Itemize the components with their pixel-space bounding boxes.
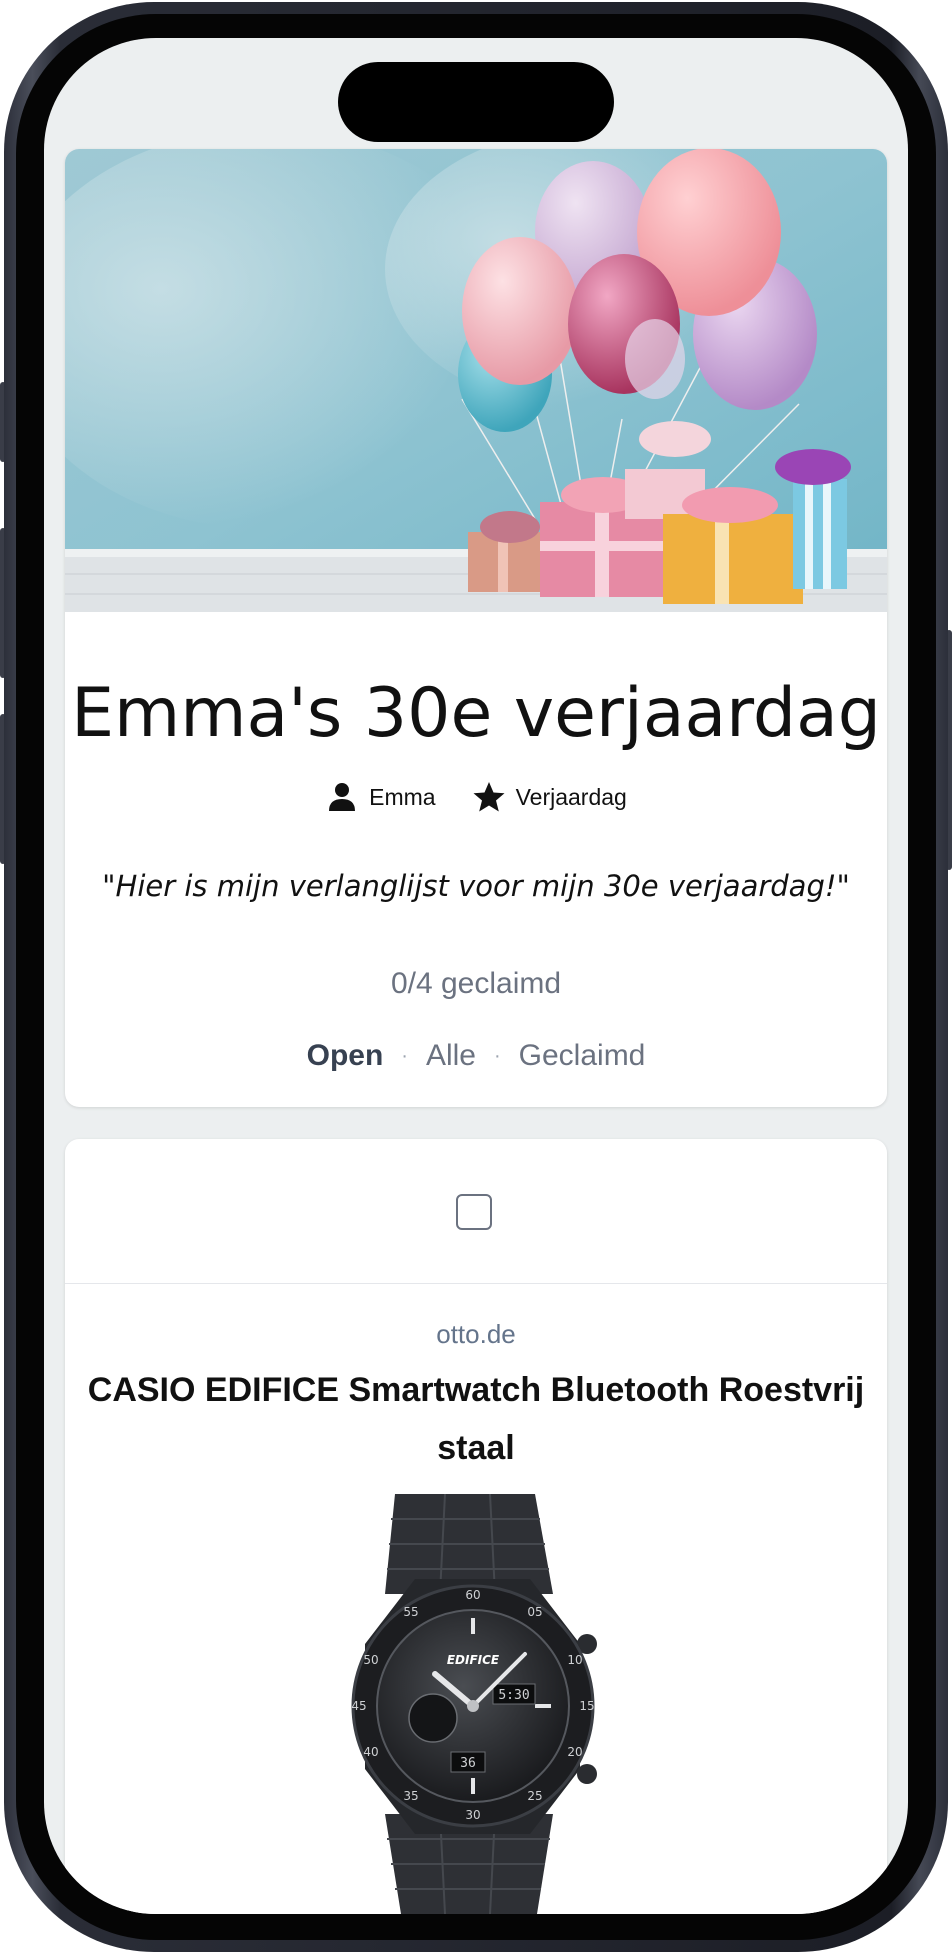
item-title[interactable]: CASIO EDIFICE Smartwatch Bluetooth Roest… — [85, 1361, 867, 1477]
owner-name: Emma — [369, 783, 436, 810]
svg-text:45: 45 — [351, 1699, 366, 1713]
filter-open[interactable]: Open — [307, 1039, 384, 1073]
filter-all[interactable]: Alle — [426, 1039, 476, 1073]
svg-text:05: 05 — [527, 1605, 542, 1619]
svg-text:15: 15 — [579, 1699, 594, 1713]
wishlist-meta: Emma Verjaardag — [65, 780, 887, 814]
phone-frame: Emma's 30e verjaardag Emma Verjaardag "H… — [0, 0, 952, 1954]
item-source-domain[interactable]: otto.de — [65, 1319, 887, 1350]
svg-text:60: 60 — [465, 1588, 480, 1602]
svg-text:EDIFICE: EDIFICE — [447, 1653, 500, 1667]
svg-text:30: 30 — [465, 1808, 480, 1822]
wishlist-header-card: Emma's 30e verjaardag Emma Verjaardag "H… — [65, 149, 887, 1107]
wishlist-message: "Hier is mijn verlanglijst voor mijn 30e… — [102, 869, 850, 903]
star-icon — [472, 780, 506, 814]
wishlist-item-card: otto.de CASIO EDIFICE Smartwatch Bluetoo… — [65, 1139, 887, 1914]
svg-text:40: 40 — [363, 1745, 378, 1759]
item-product-image[interactable]: 60 05 10 15 20 25 30 35 40 45 50 55 5:30… — [325, 1493, 625, 1914]
filter-separator: · — [493, 1044, 501, 1067]
filter-tabs: Open · Alle · Geclaimd — [65, 1039, 887, 1073]
claim-checkbox[interactable] — [456, 1194, 492, 1230]
hero-image-balloons-gifts — [65, 149, 887, 612]
filter-separator: · — [401, 1044, 408, 1067]
svg-text:35: 35 — [403, 1789, 418, 1803]
svg-text:25: 25 — [527, 1789, 542, 1803]
svg-text:36: 36 — [460, 1756, 476, 1771]
wishlist-title: Emma's 30e verjaardag — [71, 674, 881, 753]
person-icon — [325, 780, 359, 814]
svg-text:55: 55 — [403, 1605, 418, 1619]
claim-progress: 0/4 geclaimd — [390, 967, 562, 1000]
phone-screen: Emma's 30e verjaardag Emma Verjaardag "H… — [44, 38, 908, 1914]
svg-text:50: 50 — [363, 1653, 378, 1667]
svg-text:5:30: 5:30 — [498, 1688, 529, 1703]
claim-checkbox-row — [65, 1139, 887, 1284]
occasion-label: Verjaardag — [515, 783, 627, 810]
dynamic-island — [338, 62, 614, 142]
svg-text:10: 10 — [567, 1653, 582, 1667]
filter-claimed[interactable]: Geclaimd — [519, 1039, 646, 1073]
svg-text:20: 20 — [567, 1745, 582, 1759]
